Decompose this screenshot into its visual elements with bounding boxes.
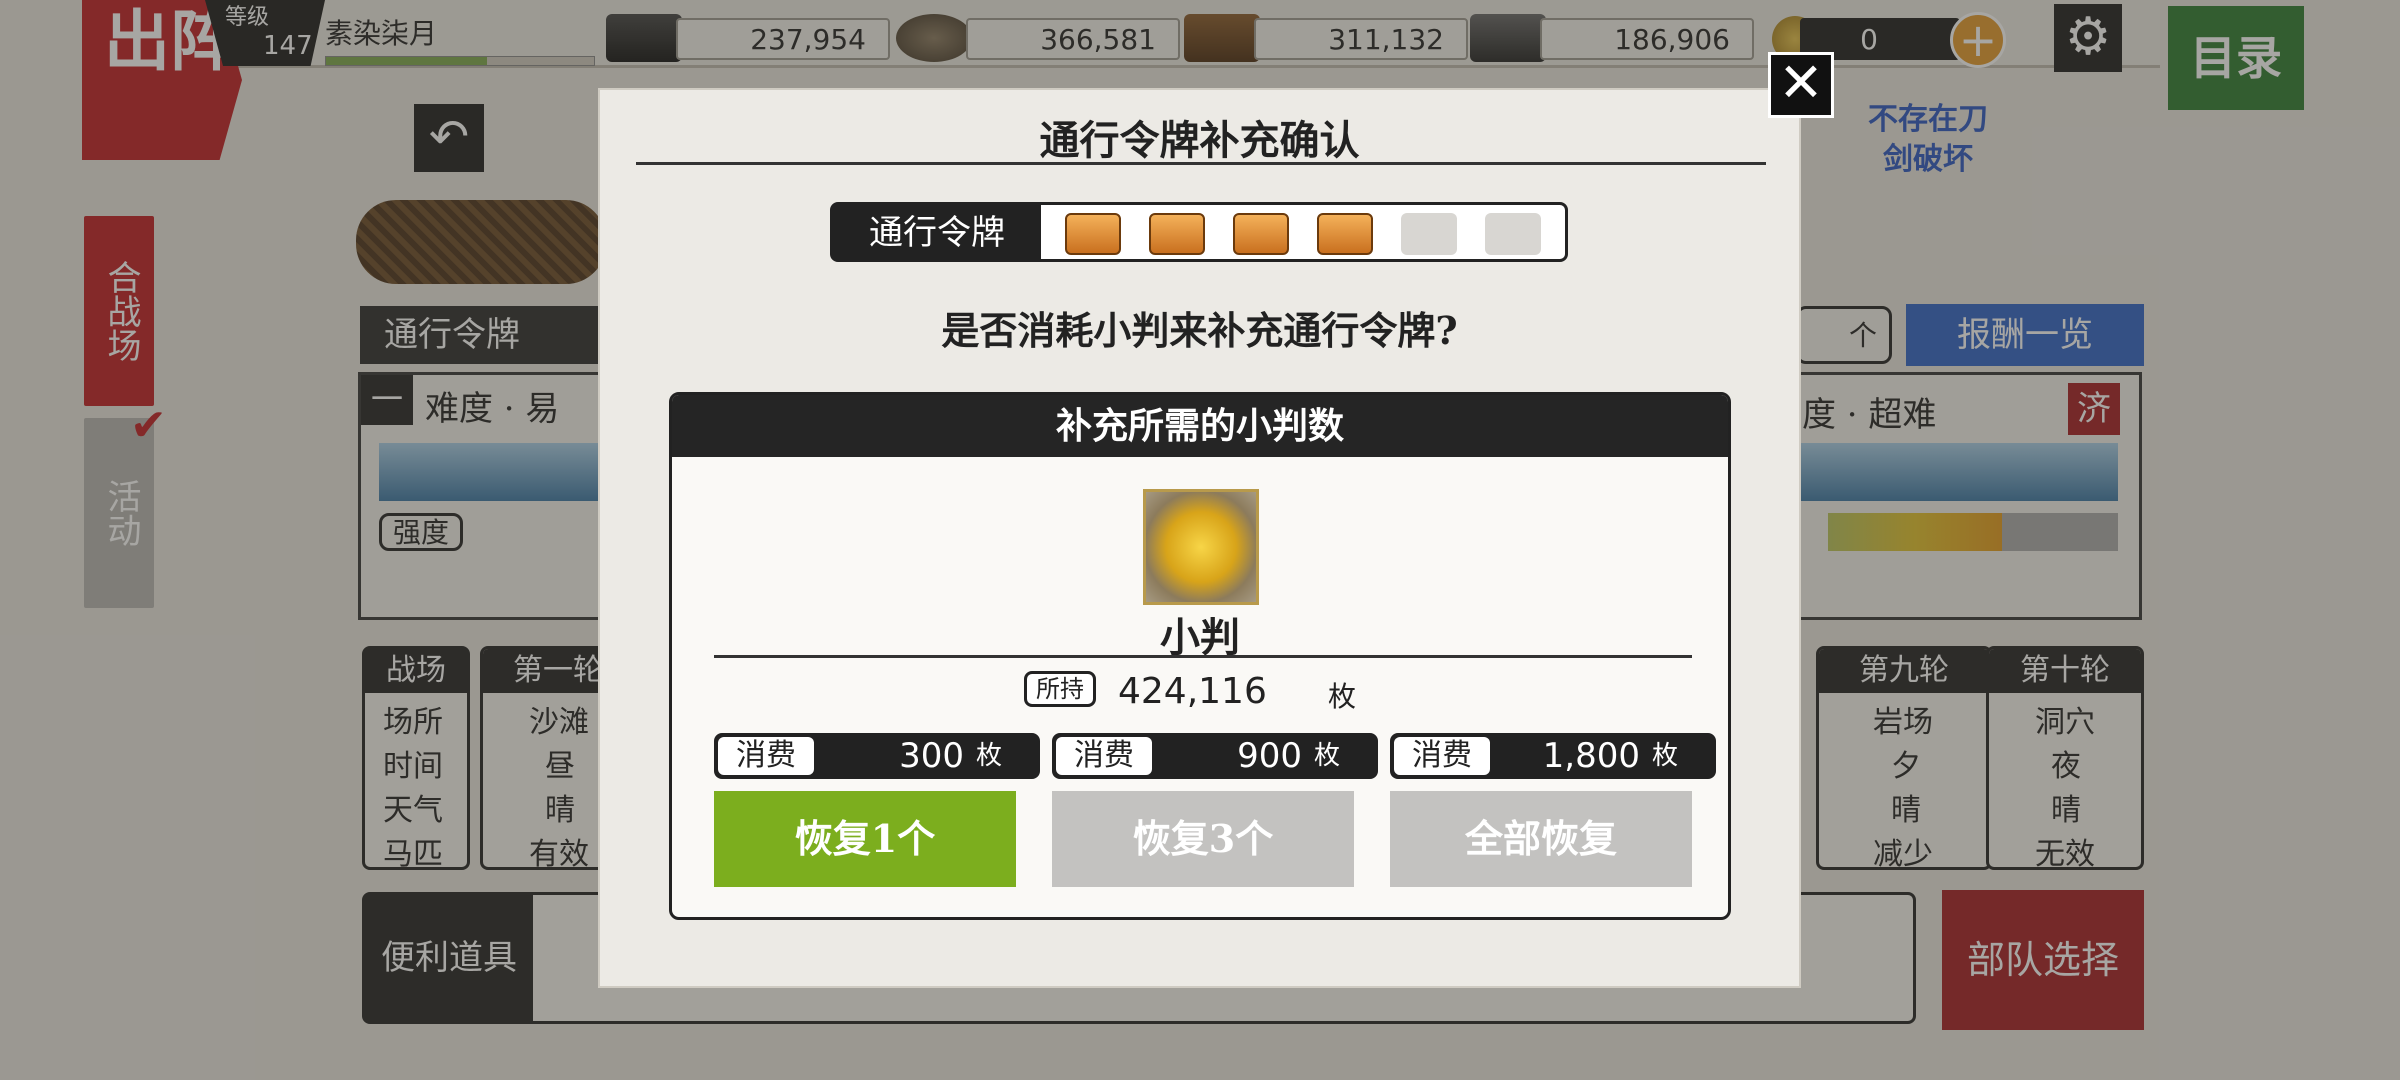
held-label: 所持 bbox=[1024, 671, 1096, 707]
restore-all-button[interactable]: 全部恢复 bbox=[1390, 791, 1692, 887]
pass-token-filled-icon bbox=[1317, 213, 1373, 255]
pass-token-filled-icon bbox=[1065, 213, 1121, 255]
title-divider bbox=[636, 162, 1766, 165]
pass-token-filled-icon bbox=[1233, 213, 1289, 255]
cost-tag: 消费 bbox=[718, 737, 814, 775]
cost-unit: 枚 bbox=[1314, 741, 1341, 771]
cost-amount: 300 bbox=[899, 736, 964, 776]
pass-token-empty-icon bbox=[1485, 213, 1541, 255]
restore-3-button[interactable]: 恢复3个 bbox=[1052, 791, 1354, 887]
cost-panel-title: 补充所需的小判数 bbox=[672, 395, 1728, 457]
pass-token-filled-icon bbox=[1149, 213, 1205, 255]
koban-icon bbox=[1143, 489, 1259, 605]
cost-tag: 消费 bbox=[1056, 737, 1152, 775]
pass-token-bar: 通行令牌 bbox=[830, 202, 1568, 262]
cost-unit: 枚 bbox=[976, 741, 1003, 771]
cost-panel: 补充所需的小判数 小判 所持 424,116 枚 消费 300 枚 消费 900… bbox=[669, 392, 1731, 920]
cost-amount: 900 bbox=[1237, 736, 1302, 776]
currency-divider bbox=[714, 655, 1692, 658]
cost-option-3: 消费 900 枚 bbox=[1052, 733, 1378, 779]
pass-token-empty-icon bbox=[1401, 213, 1457, 255]
pass-token-label: 通行令牌 bbox=[833, 205, 1041, 259]
cost-amount: 1,800 bbox=[1542, 736, 1640, 776]
cost-option-1: 消费 300 枚 bbox=[714, 733, 1040, 779]
cost-unit: 枚 bbox=[1652, 741, 1679, 771]
close-icon: ✕ bbox=[1778, 51, 1824, 114]
close-button[interactable]: ✕ bbox=[1768, 52, 1834, 118]
restore-1-button[interactable]: 恢复1个 bbox=[714, 791, 1016, 887]
cost-option-all: 消费 1,800 枚 bbox=[1390, 733, 1716, 779]
held-amount: 424,116 bbox=[1118, 671, 1267, 712]
cost-tag: 消费 bbox=[1394, 737, 1490, 775]
dialog-title: 通行令牌补充确认 bbox=[1039, 117, 1360, 164]
refill-question: 是否消耗小判来补充通行令牌? bbox=[941, 308, 1458, 353]
held-unit: 枚 bbox=[1328, 680, 1357, 713]
